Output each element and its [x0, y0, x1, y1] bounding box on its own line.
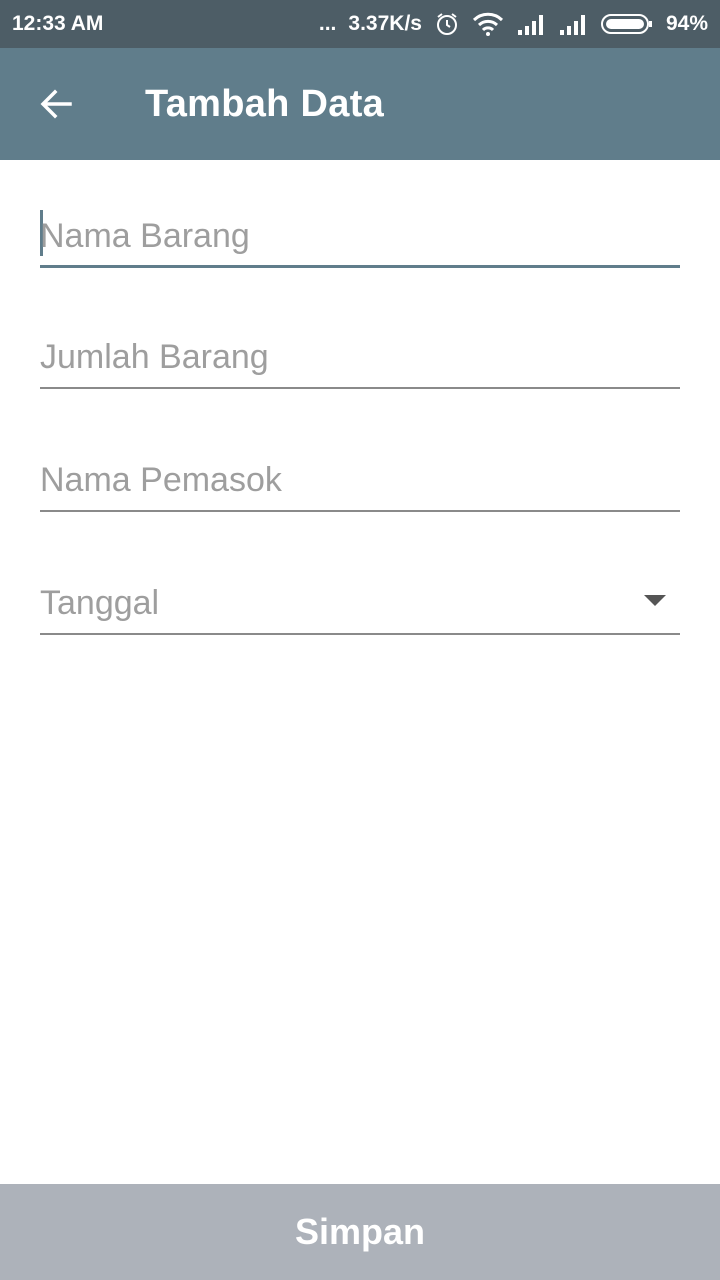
tanggal-input[interactable] [40, 575, 640, 631]
jumlah-barang-field [40, 329, 680, 389]
status-time: 12:33 AM [12, 12, 104, 35]
more-indicator: ... [318, 12, 337, 35]
wifi-icon [472, 12, 504, 36]
jumlah-barang-input[interactable] [40, 329, 640, 385]
status-bar: 12:33 AM ... 3.37K/s 94% [0, 0, 720, 48]
tanggal-field[interactable] [40, 575, 680, 635]
nama-barang-field [40, 208, 680, 268]
status-icons: ... 3.37K/s 94% [319, 11, 708, 37]
app-bar: Tambah Data [0, 48, 720, 160]
arrow-back-icon [40, 89, 72, 119]
back-button[interactable] [28, 78, 84, 130]
nama-barang-input[interactable] [40, 208, 640, 264]
signal-icon [517, 15, 543, 35]
battery-percent: 94% [665, 12, 708, 35]
nama-pemasok-input[interactable] [40, 452, 640, 508]
save-button[interactable]: Simpan [0, 1184, 720, 1280]
page-title: Tambah Data [145, 83, 385, 125]
dropdown-arrow-icon[interactable] [644, 595, 666, 606]
battery-icon [600, 14, 652, 34]
signal-icon [559, 15, 585, 35]
nama-pemasok-field [40, 452, 680, 512]
alarm-icon [436, 13, 457, 35]
network-speed: 3.37K/s [348, 12, 422, 35]
